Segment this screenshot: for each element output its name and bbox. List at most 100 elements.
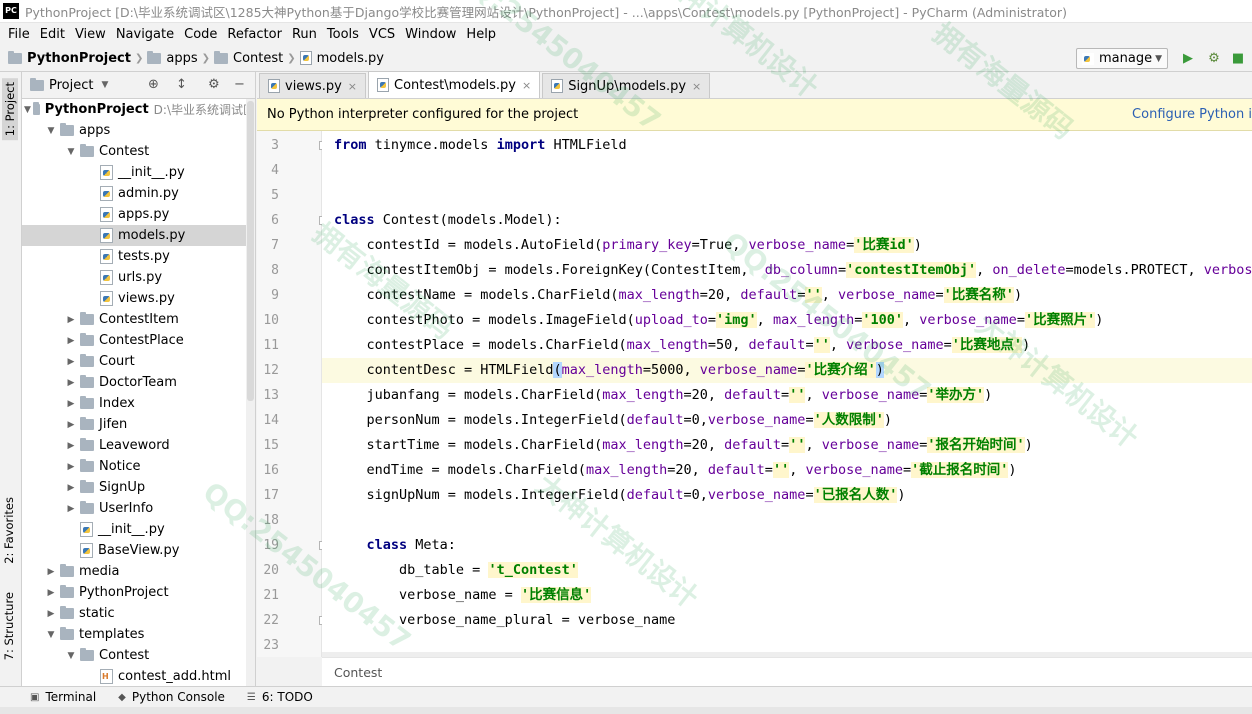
tree-file[interactable]: urls.py [22, 267, 255, 288]
code-line[interactable] [322, 158, 334, 183]
menu-tools[interactable]: Tools [322, 27, 364, 42]
run-config-select[interactable]: manage ▼ [1076, 48, 1168, 69]
chevron-right-icon[interactable]: ▶ [64, 420, 78, 430]
run-icon[interactable]: ▶ [1180, 51, 1196, 67]
menu-file[interactable]: File [3, 27, 35, 42]
tree-folder[interactable]: ▶ Court [22, 351, 255, 372]
tree-scrollbar[interactable] [246, 99, 255, 686]
tree-folder[interactable]: ▼ apps [22, 120, 255, 141]
chevron-right-icon[interactable]: ▶ [44, 609, 58, 619]
code-editor[interactable]: from tinymce.models import HTMLField clas… [322, 131, 1252, 657]
tree-folder[interactable]: ▶ ContestItem [22, 309, 255, 330]
tree-file[interactable]: admin.py [22, 183, 255, 204]
tree-file[interactable]: apps.py [22, 204, 255, 225]
chevron-down-icon[interactable]: ▼ [24, 105, 31, 115]
code-line[interactable]: contestPlace = models.CharField(max_leng… [322, 333, 1030, 358]
code-line[interactable]: class Meta: [322, 533, 456, 558]
configure-interpreter-link[interactable]: Configure Python i [1132, 107, 1252, 122]
tab-project-tool[interactable]: 1: Project [2, 78, 18, 141]
collapse-all-icon[interactable]: ↕ [176, 77, 187, 92]
tree-folder[interactable]: ▶ ContestPlace [22, 330, 255, 351]
tree-folder[interactable]: ▶ Index [22, 393, 255, 414]
chevron-down-icon[interactable]: ▼ [44, 630, 58, 640]
nav-crumb-project[interactable]: PythonProject [8, 50, 131, 66]
tree-folder[interactable]: ▶ DoctorTeam [22, 372, 255, 393]
python-console-tool-button[interactable]: ◆ Python Console [118, 690, 225, 704]
hide-panel-icon[interactable]: − [234, 77, 245, 92]
menu-help[interactable]: Help [461, 27, 501, 42]
project-view-select[interactable]: Project [49, 78, 93, 93]
tree-folder[interactable]: ▼ Contest [22, 645, 255, 666]
menu-view[interactable]: View [70, 27, 111, 42]
nav-crumb-apps[interactable]: apps [147, 50, 198, 66]
chevron-right-icon[interactable]: ▶ [64, 399, 78, 409]
code-line[interactable] [322, 183, 334, 208]
editor-tab[interactable]: Contest\models.py × [368, 71, 541, 98]
tree-folder[interactable]: ▼ templates [22, 624, 255, 645]
code-line[interactable]: verbose_name_plural = verbose_name [322, 608, 675, 633]
chevron-down-icon[interactable]: ▼ [101, 80, 108, 90]
code-line[interactable]: startTime = models.CharField(max_length=… [322, 433, 1033, 458]
code-line[interactable]: db_table = 't_Contest' [322, 558, 578, 583]
menu-refactor[interactable]: Refactor [222, 27, 287, 42]
tree-folder[interactable]: ▶ Leaveword [22, 435, 255, 456]
code-line[interactable]: contestName = models.CharField(max_lengt… [322, 283, 1022, 308]
code-line[interactable]: verbose_name = '比赛信息' [322, 583, 592, 608]
chevron-right-icon[interactable]: ▶ [64, 357, 78, 367]
editor-tab[interactable]: SignUp\models.py × [542, 73, 711, 98]
tree-file[interactable]: contest_add.html [22, 666, 255, 686]
nav-crumb-contest[interactable]: Contest [214, 50, 283, 66]
code-line[interactable]: contestPhoto = models.ImageField(upload_… [322, 308, 1103, 333]
close-icon[interactable]: × [692, 80, 701, 93]
tree-folder[interactable]: ▶ Notice [22, 456, 255, 477]
tree-file[interactable]: __init__.py [22, 519, 255, 540]
menu-navigate[interactable]: Navigate [111, 27, 179, 42]
run-with-coverage-icon[interactable]: ■ [1230, 51, 1246, 67]
chevron-right-icon[interactable]: ▶ [44, 588, 58, 598]
code-line[interactable]: jubanfang = models.CharField(max_length=… [322, 383, 992, 408]
tree-folder[interactable]: ▶ UserInfo [22, 498, 255, 519]
close-icon[interactable]: × [522, 79, 531, 92]
chevron-down-icon[interactable]: ▼ [64, 147, 78, 157]
chevron-right-icon[interactable]: ▶ [64, 315, 78, 325]
tree-folder[interactable]: ▶ Jifen [22, 414, 255, 435]
tree-file[interactable]: tests.py [22, 246, 255, 267]
menu-edit[interactable]: Edit [35, 27, 70, 42]
todo-tool-button[interactable]: ☰ 6: TODO [247, 690, 313, 704]
code-line[interactable]: endTime = models.CharField(max_length=20… [322, 458, 1017, 483]
tree-folder[interactable]: ▶ media [22, 561, 255, 582]
code-line[interactable]: signUpNum = models.IntegerField(default=… [322, 483, 906, 508]
chevron-right-icon[interactable]: ▶ [64, 336, 78, 346]
code-line[interactable]: personNum = models.IntegerField(default=… [322, 408, 892, 433]
nav-crumb-models[interactable]: models.py [299, 51, 384, 66]
tree-root[interactable]: ▼ PythonProject D:\毕业系统调试区 [22, 99, 255, 120]
code-line[interactable]: class Contest(models.Model): [322, 208, 562, 233]
chevron-right-icon[interactable]: ▶ [64, 504, 78, 514]
chevron-right-icon[interactable]: ▶ [44, 567, 58, 577]
tree-file[interactable]: __init__.py [22, 162, 255, 183]
tree-file[interactable]: BaseView.py [22, 540, 255, 561]
tree-folder[interactable]: ▶ PythonProject [22, 582, 255, 603]
tab-favorites-tool[interactable]: 2: Favorites [2, 497, 16, 564]
editor-breadcrumb-class[interactable]: Contest [334, 665, 382, 680]
code-line[interactable] [322, 508, 334, 533]
tree-file[interactable]: models.py [22, 225, 255, 246]
tree-folder[interactable]: ▶ static [22, 603, 255, 624]
tree-folder[interactable]: ▶ SignUp [22, 477, 255, 498]
tab-structure-tool[interactable]: 7: Structure [2, 592, 16, 660]
locate-file-icon[interactable]: ⊕ [148, 77, 159, 92]
chevron-right-icon[interactable]: ▶ [64, 462, 78, 472]
menu-window[interactable]: Window [400, 27, 461, 42]
menu-run[interactable]: Run [287, 27, 322, 42]
chevron-right-icon[interactable]: ▶ [64, 483, 78, 493]
editor-tab[interactable]: views.py × [259, 73, 367, 98]
chevron-down-icon[interactable]: ▼ [44, 126, 58, 136]
code-line[interactable]: from tinymce.models import HTMLField [322, 133, 627, 158]
debug-icon[interactable]: ⚙ [1206, 51, 1222, 67]
scrollbar-thumb[interactable] [247, 101, 254, 401]
code-line[interactable]: contentDesc = HTMLField(max_length=5000,… [322, 358, 1252, 383]
chevron-right-icon[interactable]: ▶ [64, 378, 78, 388]
menu-vcs[interactable]: VCS [364, 27, 400, 42]
chevron-down-icon[interactable]: ▼ [64, 651, 78, 661]
code-line[interactable]: contestItemObj = models.ForeignKey(Conte… [322, 258, 1252, 283]
